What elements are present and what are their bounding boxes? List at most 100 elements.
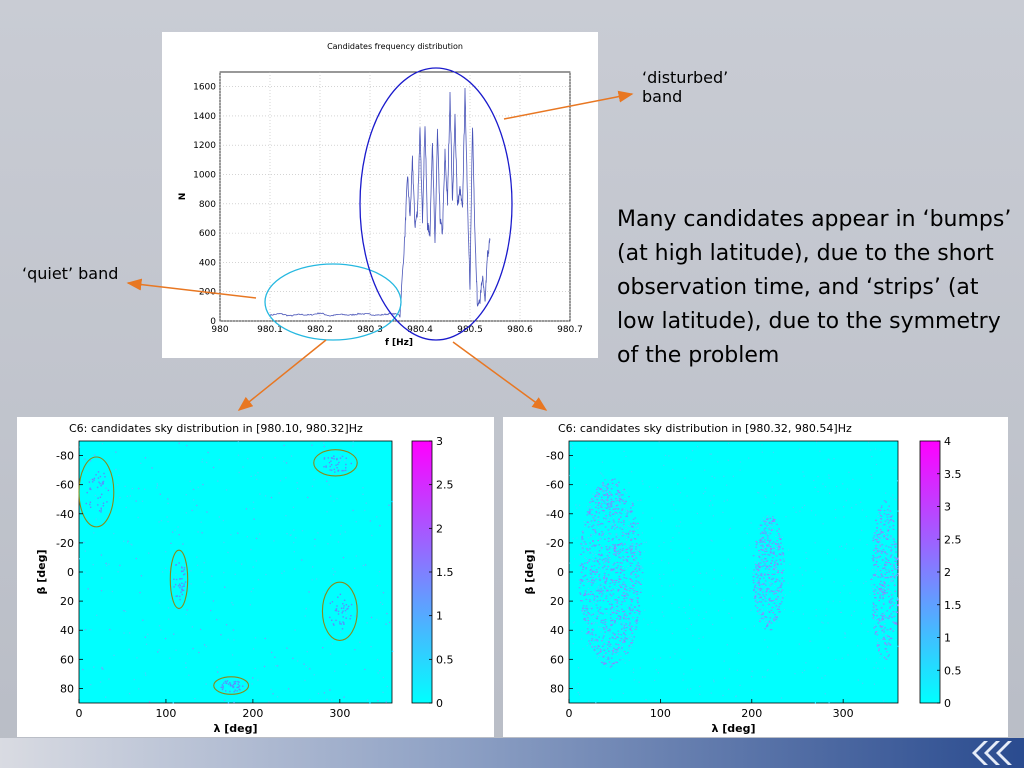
heatmap-cell bbox=[569, 649, 571, 651]
heatmap-cell bbox=[621, 646, 624, 648]
heatmap-cell bbox=[337, 463, 339, 466]
heatmap-cell bbox=[675, 525, 678, 527]
heatmap-cell bbox=[286, 533, 288, 535]
heatmap-cell bbox=[217, 671, 219, 673]
heatmap-cell bbox=[629, 513, 632, 515]
heatmap-cell bbox=[873, 613, 875, 615]
heatmap-cell bbox=[614, 599, 616, 601]
heatmap-cell bbox=[582, 538, 584, 540]
heatmap-cell bbox=[598, 646, 600, 649]
heatmap-cell bbox=[587, 611, 589, 613]
heatmap-cell bbox=[371, 534, 373, 537]
heatmap-cell bbox=[779, 585, 782, 587]
heatmap-cell bbox=[364, 509, 366, 512]
heatmap-cell bbox=[883, 657, 886, 659]
heatmap-cell bbox=[801, 574, 803, 576]
heatmap-cell bbox=[619, 659, 621, 661]
heatmap-cell bbox=[866, 544, 868, 546]
heatmap-cell bbox=[576, 537, 578, 539]
heatmap-cell bbox=[768, 621, 770, 623]
heatmap-cell bbox=[775, 559, 778, 561]
heatmap-cell bbox=[591, 526, 593, 528]
heatmap-cell bbox=[629, 622, 631, 624]
heatmap-cell bbox=[314, 538, 316, 540]
heatmap-cell bbox=[605, 612, 608, 614]
heatmap-cell bbox=[592, 493, 594, 495]
heatmap-cell bbox=[573, 630, 575, 632]
heatmap-cell bbox=[758, 555, 760, 557]
heatmap-cell bbox=[761, 554, 764, 556]
heatmap-cell bbox=[783, 580, 785, 582]
heatmap-cell bbox=[705, 611, 707, 613]
heatmap-cell bbox=[886, 519, 889, 521]
heatmap-cell bbox=[756, 576, 759, 579]
heatmap-cell bbox=[605, 546, 608, 548]
heatmap-cell bbox=[221, 688, 224, 691]
heatmap-cell bbox=[297, 487, 299, 490]
heatmap-cell bbox=[876, 609, 878, 611]
heatmap-cell bbox=[618, 495, 620, 497]
sky-distribution-left-chart: C6: candidates sky distribution in [980.… bbox=[35, 422, 454, 735]
heatmap-cell bbox=[709, 453, 711, 455]
heatmap-cell bbox=[600, 595, 603, 597]
heatmap-cell bbox=[606, 499, 608, 501]
heatmap-cell bbox=[129, 495, 131, 497]
heatmap-cell bbox=[882, 632, 884, 634]
heatmap-cell bbox=[727, 558, 729, 560]
heatmap-cell bbox=[252, 587, 254, 590]
heatmap-cell bbox=[621, 557, 624, 559]
heatmap-cell bbox=[895, 558, 897, 560]
heatmap-cell bbox=[165, 567, 167, 569]
y-tick-label: 80 bbox=[60, 682, 74, 695]
heatmap-cell bbox=[222, 685, 224, 687]
heatmap-cell bbox=[92, 481, 94, 483]
heatmap-cell bbox=[606, 507, 608, 509]
heatmap-cell bbox=[656, 629, 658, 631]
heatmap-cell bbox=[789, 563, 791, 565]
heatmap-cell bbox=[651, 622, 653, 624]
heatmap-cell bbox=[597, 570, 599, 572]
heatmap-cell bbox=[624, 502, 626, 505]
heatmap-cell bbox=[224, 586, 226, 588]
heatmap-cell bbox=[635, 580, 637, 582]
heatmap-cell bbox=[622, 556, 624, 558]
heatmap-cell bbox=[639, 581, 641, 583]
heatmap-cell bbox=[245, 508, 248, 510]
heatmap-cell bbox=[672, 468, 674, 471]
heatmap-cell bbox=[890, 537, 893, 539]
heatmap-cell bbox=[728, 688, 730, 690]
heatmap-cell bbox=[773, 593, 775, 595]
heatmap-cell bbox=[770, 562, 772, 564]
heatmap-cell bbox=[158, 602, 161, 604]
heatmap-cell bbox=[97, 477, 100, 479]
heatmap-cell bbox=[593, 519, 596, 521]
heatmap-cell bbox=[84, 550, 86, 552]
heatmap-cell bbox=[596, 622, 598, 624]
heatmap-cell bbox=[624, 584, 626, 586]
heatmap-cell bbox=[624, 588, 626, 591]
heatmap-cell bbox=[106, 564, 108, 567]
heatmap-cell bbox=[760, 539, 762, 541]
heatmap-cell bbox=[880, 584, 883, 586]
heatmap-cell bbox=[629, 587, 632, 589]
heatmap-cell bbox=[386, 612, 388, 615]
heatmap-cell bbox=[293, 541, 295, 544]
heatmap-cell bbox=[156, 483, 158, 485]
heatmap-cell bbox=[583, 547, 586, 549]
heatmap-cell bbox=[238, 471, 240, 474]
heatmap-cell bbox=[596, 588, 598, 590]
heatmap-cell bbox=[891, 605, 894, 607]
heatmap-cell bbox=[592, 629, 595, 631]
heatmap-cell bbox=[574, 688, 577, 690]
heatmap-cell bbox=[237, 441, 239, 443]
heatmap-cell bbox=[95, 474, 97, 476]
heatmap-cell bbox=[584, 556, 586, 558]
heatmap-cell bbox=[778, 535, 781, 537]
heatmap-cell bbox=[630, 636, 632, 639]
heatmap-cell bbox=[257, 679, 259, 681]
heatmap-cell bbox=[169, 598, 171, 601]
heatmap-cell bbox=[340, 623, 342, 625]
heatmap-cell bbox=[331, 457, 334, 459]
heatmap-cell bbox=[894, 590, 896, 592]
heatmap-cell bbox=[191, 626, 193, 628]
